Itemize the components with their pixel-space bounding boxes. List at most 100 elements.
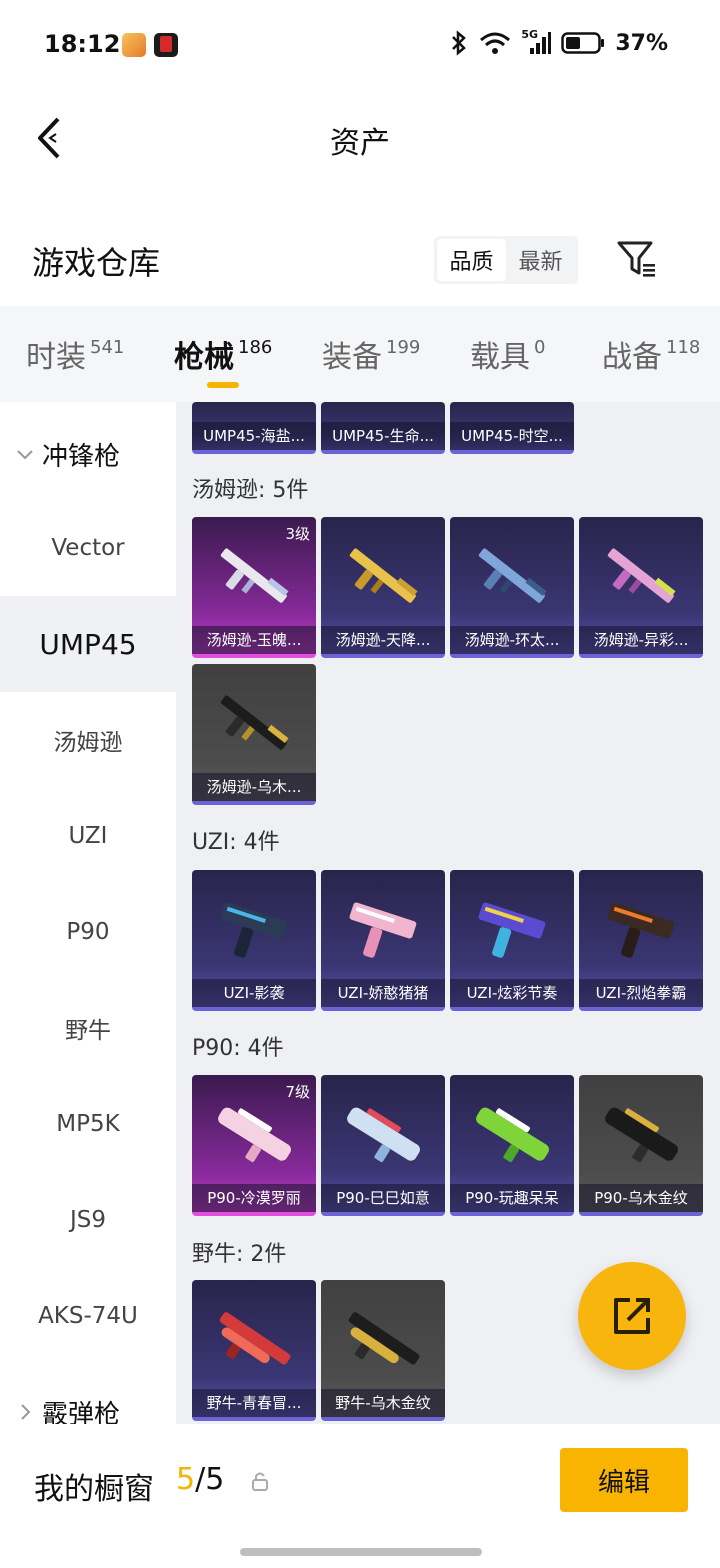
sidebar-item-thompson[interactable]: 汤姆逊 (0, 692, 176, 788)
uzi-icon (349, 902, 417, 958)
tab-vehicles[interactable]: 载具 0 (470, 332, 545, 376)
uzi-icon (478, 902, 546, 958)
weapon-card[interactable]: P90-乌木金纹 (579, 1075, 703, 1216)
weapon-card[interactable]: 汤姆逊-天降... (321, 517, 445, 658)
sort-quality-button[interactable]: 品质 (437, 239, 506, 281)
weapon-card[interactable]: P90-巳巳如意 (321, 1075, 445, 1216)
weapon-name: UZI-影袭 (192, 979, 316, 1007)
chevron-right-icon (21, 1404, 31, 1420)
weapon-name: P90-乌木金纹 (579, 1184, 703, 1212)
tab-label: 时装 (26, 340, 86, 375)
tab-count: 186 (238, 337, 273, 358)
weapon-card[interactable]: 3级 汤姆逊-玉魄... (192, 517, 316, 658)
showcase-count: 5/5 (176, 1462, 224, 1497)
sidebar-group-label: 霰弹枪 (42, 1399, 121, 1425)
showcase-label: 我的橱窗 (34, 1472, 154, 1507)
showcase-current: 5 (176, 1462, 196, 1497)
bizon-icon (219, 1312, 291, 1365)
weapon-card[interactable]: UMP45-生命... (321, 402, 445, 454)
home-indicator[interactable] (240, 1548, 482, 1556)
sidebar-item-vector[interactable]: Vector (0, 500, 176, 596)
weapon-name: 汤姆逊-天降... (321, 626, 445, 654)
p90-icon (218, 1107, 291, 1163)
status-time: 18:12 (44, 30, 121, 58)
nav-bar: 资产 (0, 92, 720, 184)
weapon-card[interactable]: 汤姆逊-乌木... (192, 664, 316, 805)
weapon-name: 汤姆逊-玉魄... (192, 626, 316, 654)
app-notification-icon (122, 33, 146, 57)
weapon-level: 7级 (285, 1083, 310, 1101)
sidebar-item-mp5k[interactable]: MP5K (0, 1076, 176, 1172)
group-title: 汤姆逊: 5件 (192, 478, 309, 503)
weapon-card[interactable]: UZI-影袭 (192, 870, 316, 1011)
weapon-name: UZI-娇憨猪猪 (321, 979, 445, 1007)
sort-toggle: 品质 最新 (434, 236, 578, 284)
weapon-card[interactable]: UZI-烈焰拳霸 (579, 870, 703, 1011)
tab-equipment[interactable]: 装备 199 (322, 332, 420, 376)
filter-button[interactable] (612, 234, 662, 284)
sidebar-item-aks74u[interactable]: AKS-74U (0, 1268, 176, 1364)
tab-count: 199 (386, 337, 421, 358)
warehouse-header: 游戏仓库 品质 最新 (0, 226, 720, 296)
weapon-card[interactable]: 7级 P90-冷漠罗丽 (192, 1075, 316, 1216)
bluetooth-icon (452, 30, 467, 56)
sidebar-item-ump45[interactable]: UMP45 (0, 596, 176, 692)
tab-count: 118 (666, 337, 701, 358)
showcase-bar: 我的橱窗 5/5 编辑 (0, 1424, 720, 1568)
status-bar: 18:12 5G 37% (0, 0, 720, 92)
app-notification-icon (154, 33, 178, 57)
tab-label: 枪械 (174, 340, 234, 375)
edit-button[interactable]: 编辑 (560, 1448, 688, 1512)
tab-weapons[interactable]: 枪械 186 (174, 332, 272, 376)
sidebar-group-label: 冲锋枪 (42, 441, 121, 472)
sidebar-item-uzi[interactable]: UZI (0, 788, 176, 884)
weapon-card[interactable]: UMP45-时空... (450, 402, 574, 454)
weapon-name: UMP45-时空... (450, 422, 574, 450)
sort-newest-button[interactable]: 最新 (506, 239, 575, 281)
sidebar-item-p90[interactable]: P90 (0, 884, 176, 980)
weapon-card[interactable]: UZI-炫彩节奏 (450, 870, 574, 1011)
tab-count: 0 (534, 337, 546, 358)
weapon-name: UMP45-生命... (321, 422, 445, 450)
share-button[interactable] (578, 1262, 686, 1370)
battery-icon (561, 32, 605, 54)
p90-icon (347, 1107, 420, 1163)
tab-active-indicator (207, 382, 239, 388)
weapon-name: UZI-烈焰拳霸 (579, 979, 703, 1007)
weapon-name: P90-玩趣呆呆 (450, 1184, 574, 1212)
p90-icon (605, 1107, 678, 1163)
thompson-icon (220, 548, 289, 603)
uzi-icon (220, 902, 288, 958)
tab-label: 装备 (322, 340, 382, 375)
weapon-name: 野牛-乌木金纹 (321, 1389, 445, 1417)
battery-percent: 37% (615, 30, 668, 56)
weapon-name: UMP45-海盐... (192, 422, 316, 450)
weapon-name: P90-冷漠罗丽 (192, 1184, 316, 1212)
weapon-card[interactable]: UMP45-海盐... (192, 402, 316, 454)
p90-icon (476, 1107, 549, 1163)
weapon-card[interactable]: UZI-娇憨猪猪 (321, 870, 445, 1011)
page-title: 资产 (330, 126, 390, 161)
tab-supplies[interactable]: 战备 118 (602, 332, 700, 376)
sidebar-item-bizon[interactable]: 野牛 (0, 980, 176, 1076)
weapon-name: UZI-炫彩节奏 (450, 979, 574, 1007)
tab-skins[interactable]: 时装 541 (26, 332, 124, 376)
sidebar-group-shotgun[interactable]: 霰弹枪 (0, 1364, 176, 1424)
thompson-icon (478, 548, 547, 603)
weapon-name: 汤姆逊-环太... (450, 626, 574, 654)
chevron-down-icon (17, 450, 33, 460)
sidebar-group-smg[interactable]: 冲锋枪 (0, 406, 176, 502)
showcase-total: /5 (195, 1462, 225, 1497)
filter-icon (617, 241, 655, 277)
sidebar-item-js9[interactable]: JS9 (0, 1172, 176, 1268)
weapon-type-sidebar: 冲锋枪 Vector UMP45 汤姆逊 UZI P90 野牛 MP5K JS9… (0, 402, 176, 1424)
status-icons: 5G 37% (449, 28, 668, 56)
weapon-card[interactable]: 野牛-青春冒... (192, 1280, 316, 1421)
uzi-icon (607, 902, 675, 958)
weapon-card[interactable]: 汤姆逊-环太... (450, 517, 574, 658)
weapon-card[interactable]: P90-玩趣呆呆 (450, 1075, 574, 1216)
weapon-card[interactable]: 野牛-乌木金纹 (321, 1280, 445, 1421)
weapon-card[interactable]: 汤姆逊-异彩... (579, 517, 703, 658)
thompson-icon (607, 548, 676, 603)
weapon-name: P90-巳巳如意 (321, 1184, 445, 1212)
